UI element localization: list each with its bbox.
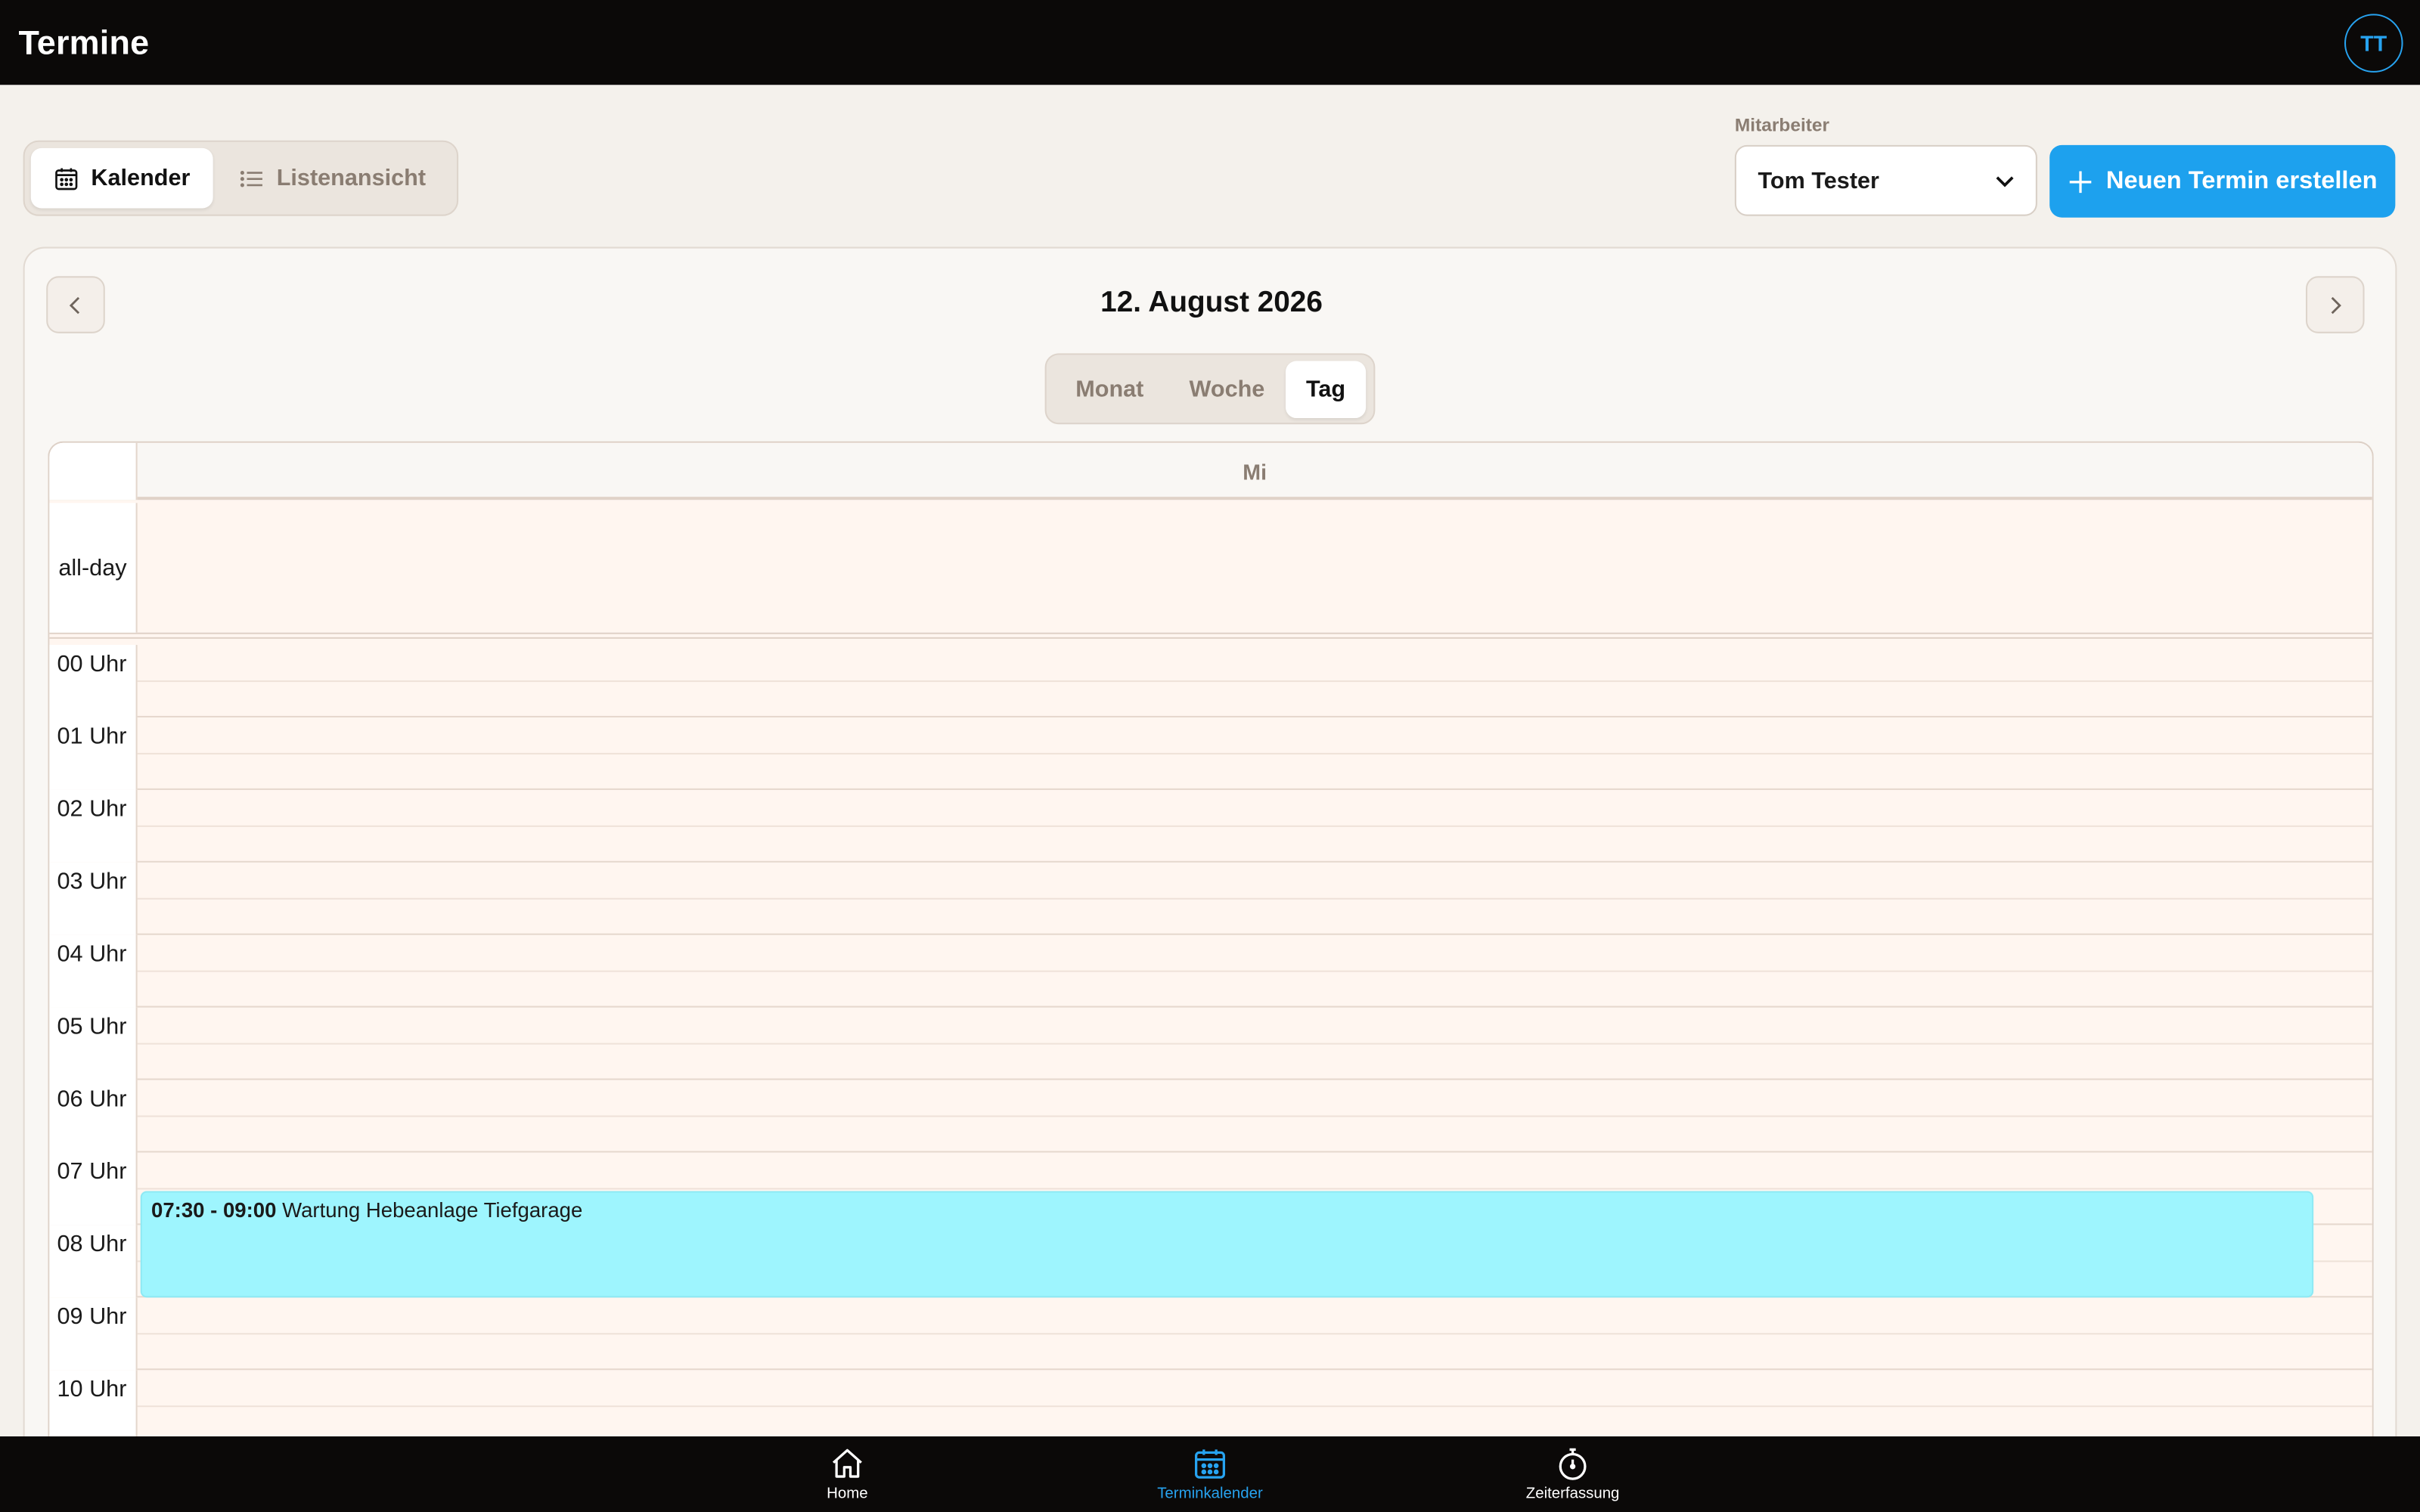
half-hour-line <box>137 825 2372 827</box>
day-header: Mi <box>1243 459 1267 484</box>
half-hour-line <box>137 1115 2372 1117</box>
employee-select[interactable]: Tom Tester <box>1734 144 2037 216</box>
nav-home[interactable]: Home <box>755 1445 940 1503</box>
all-day-label: all-day <box>49 503 138 633</box>
nav-terminkalender-label: Terminkalender <box>1157 1486 1263 1503</box>
hour-label: 03 Uhr <box>49 862 138 935</box>
list-view-label: Listenansicht <box>276 165 427 192</box>
hour-row[interactable]: 01 Uhr <box>49 717 2372 790</box>
all-day-row[interactable]: all-day <box>49 503 2372 639</box>
hour-row[interactable]: 02 Uhr <box>49 789 2372 863</box>
employee-label: Mitarbeiter <box>1734 114 1830 136</box>
page-title: Termine <box>18 22 150 61</box>
stopwatch-icon <box>1559 1448 1587 1480</box>
week-view-tab[interactable]: Woche <box>1168 361 1286 418</box>
chevron-right-icon <box>2331 296 2341 314</box>
header-gutter <box>49 442 138 500</box>
chevron-down-icon <box>1996 176 2014 187</box>
employee-selected-value: Tom Tester <box>1758 167 1879 194</box>
view-toggle: Kalender Listenansicht <box>23 140 459 216</box>
home-icon <box>832 1448 862 1478</box>
nav-zeiterfassung-label: Zeiterfassung <box>1525 1486 1620 1503</box>
top-bar: Termine TT <box>0 0 2420 85</box>
day-header-row: Mi <box>49 442 2372 500</box>
month-view-tab[interactable]: Monat <box>1051 361 1168 418</box>
half-hour-line <box>137 897 2372 900</box>
calendar-icon <box>55 167 78 190</box>
hour-row[interactable]: 03 Uhr <box>49 862 2372 935</box>
hour-slots: 00 Uhr 01 Uhr 02 Uhr 03 Uhr 04 Uhr 05 Uhr 06 U… <box>49 645 2372 1467</box>
hour-row[interactable]: 10 Uhr <box>49 1370 2372 1443</box>
half-hour-line <box>137 1405 2372 1408</box>
hour-row[interactable]: 00 Uhr <box>49 645 2372 717</box>
new-appointment-label: Neuen Termin erstellen <box>2105 167 2378 194</box>
nav-terminkalender[interactable]: Terminkalender <box>1118 1445 1303 1503</box>
hour-row[interactable]: 05 Uhr <box>49 1007 2372 1080</box>
half-hour-line <box>137 1333 2372 1335</box>
event-title: Wartung Hebeanlage Tiefgarage <box>282 1198 583 1222</box>
nav-zeiterfassung[interactable]: Zeiterfassung <box>1480 1445 1665 1503</box>
list-view-button[interactable]: Listenansicht <box>216 148 449 209</box>
day-view-tab[interactable]: Tag <box>1286 360 1367 418</box>
plus-icon <box>2068 170 2091 193</box>
list-icon <box>240 170 263 187</box>
hour-label: 00 Uhr <box>49 645 138 717</box>
hour-label: 07 Uhr <box>49 1152 138 1225</box>
hour-label: 10 Uhr <box>49 1370 138 1443</box>
day-grid: Mi all-day 00 Uhr 01 Uhr 02 Uhr 03 Uhr 04 Uh… <box>48 441 2374 1467</box>
half-hour-line <box>137 752 2372 754</box>
hour-row[interactable]: 06 Uhr <box>49 1080 2372 1153</box>
hour-label: 02 Uhr <box>49 789 138 863</box>
hour-label: 01 Uhr <box>49 717 138 790</box>
calendar-view-label: Kalender <box>91 165 191 192</box>
calendar-icon <box>1194 1449 1225 1479</box>
hour-label: 04 Uhr <box>49 934 138 1008</box>
half-hour-line <box>137 1043 2372 1045</box>
bottom-navigation: Home Terminkalender Zeiterfassung <box>0 1436 2420 1512</box>
nav-home-label: Home <box>827 1486 868 1503</box>
calendar-event[interactable]: 07:30 - 09:00 Wartung Hebeanlage Tiefgar… <box>140 1191 2314 1298</box>
hour-label: 09 Uhr <box>49 1297 138 1371</box>
hour-label: 08 Uhr <box>49 1225 138 1298</box>
view-mode-switch: Monat Woche Tag <box>1044 353 1376 425</box>
half-hour-line <box>137 680 2372 683</box>
next-day-button[interactable] <box>2305 276 2365 333</box>
calendar-card: 12. August 2026 Monat Woche Tag Mi all-d… <box>23 246 2397 1467</box>
half-hour-line <box>137 1188 2372 1190</box>
half-hour-line <box>137 970 2372 972</box>
hour-label: 06 Uhr <box>49 1080 138 1153</box>
hour-row[interactable]: 04 Uhr <box>49 934 2372 1008</box>
new-appointment-button[interactable]: Neuen Termin erstellen <box>2049 144 2396 218</box>
event-time: 07:30 - 09:00 <box>151 1198 277 1222</box>
user-avatar[interactable]: TT <box>2344 13 2403 72</box>
hour-row[interactable]: 09 Uhr <box>49 1297 2372 1371</box>
hour-label: 05 Uhr <box>49 1007 138 1080</box>
calendar-view-button[interactable]: Kalender <box>30 147 214 209</box>
calendar-date-title: 12. August 2026 <box>1100 287 1323 320</box>
